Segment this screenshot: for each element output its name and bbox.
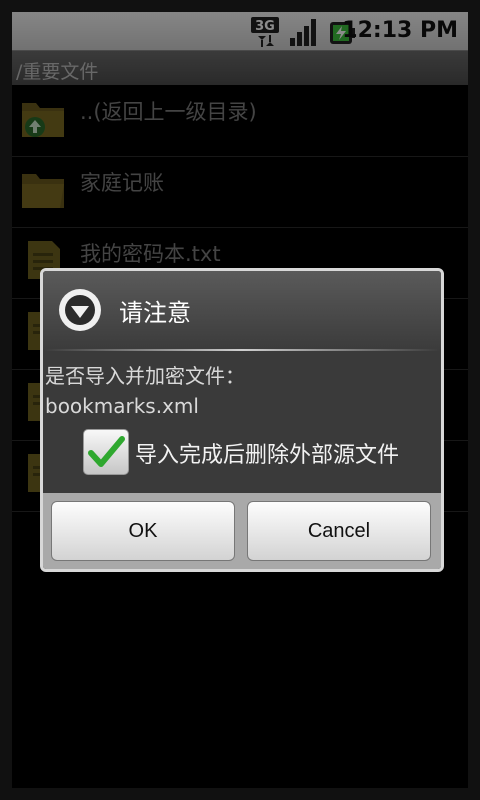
dialog-title: 请注意 <box>119 299 191 327</box>
device-frame: 3G 12:13 PM /重要文件 ..(返回上一级目录) 家庭记账 我的密码本… <box>0 0 480 800</box>
dialog-message: 是否导入并加密文件： bookmarks.xml <box>45 361 245 421</box>
checkbox-label: 导入完成后删除外部源文件 <box>135 443 400 468</box>
alert-dialog: 请注意 是否导入并加密文件： bookmarks.xml 导入完成后删除外部源文… <box>40 268 444 572</box>
dialog-header: 请注意 <box>43 271 441 351</box>
checkmark-icon <box>88 436 125 467</box>
screen: 3G 12:13 PM /重要文件 ..(返回上一级目录) 家庭记账 我的密码本… <box>12 12 468 788</box>
dialog-button-bar: OK Cancel <box>43 493 441 569</box>
message-filename: bookmarks.xml <box>45 394 199 418</box>
dialog-divider <box>43 349 441 351</box>
ok-button[interactable]: OK <box>51 501 235 561</box>
cancel-button[interactable]: Cancel <box>247 501 431 561</box>
message-line: 是否导入并加密文件： <box>45 364 245 388</box>
chevron-down-circle-icon <box>59 289 101 331</box>
delete-source-checkbox[interactable] <box>83 429 129 475</box>
